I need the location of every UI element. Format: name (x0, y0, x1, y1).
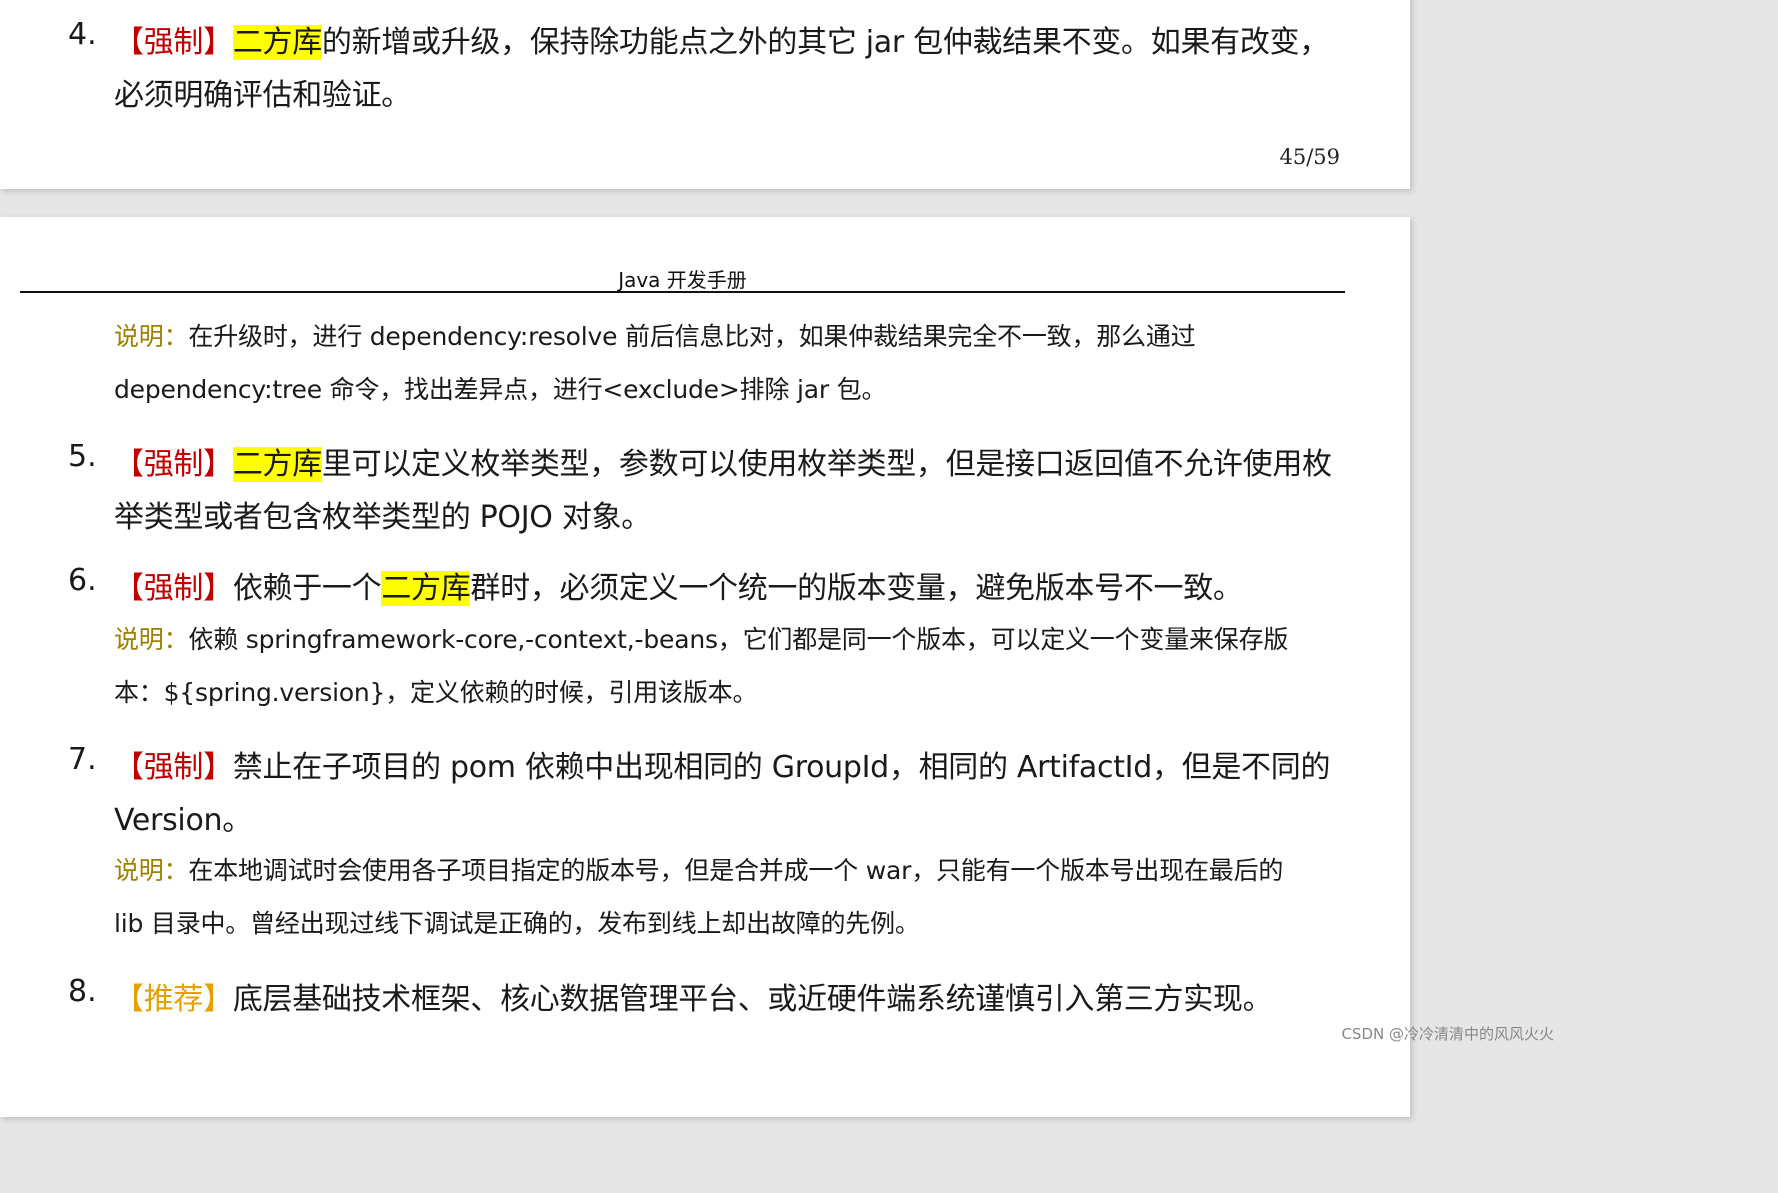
note-label: 说明： (114, 625, 189, 654)
item-4-line-2: 必须明确评估和验证。 (114, 78, 411, 113)
note-text: 在升级时，进行 dependency:resolve 前后信息比对，如果仲裁结果… (188, 322, 1196, 351)
item-8-line-1: 【推荐】底层基础技术框架、核心数据管理平台、或近硬件端系统谨慎引入第三方实现。 (114, 974, 1273, 1018)
item-text: 依赖于一个 (232, 571, 382, 606)
document-page-46: Java 开发手册 说明：在升级时，进行 dependency:resolve … (0, 217, 1410, 1117)
item-7-line-1: 【强制】禁止在子项目的 pom 依赖中出现相同的 GroupId，相同的 Art… (114, 742, 1330, 786)
note-line-2: dependency:tree 命令，找出差异点，进行<exclude>排除 j… (114, 375, 887, 404)
note-label: 说明： (114, 322, 189, 351)
item-5-line-2: 举类型或者包含枚举类型的 POJO 对象。 (114, 500, 651, 535)
note-line-1: 说明：在本地调试时会使用各子项目指定的版本号，但是合并成一个 war，只能有一个… (114, 851, 1283, 887)
item-number: 4. (68, 17, 97, 52)
highlighted-term: 二方库 (232, 25, 322, 60)
item-number: 7. (68, 742, 97, 777)
page-header-title: Java 开发手册 (618, 268, 747, 292)
item-text: 里可以定义枚举类型，参数可以使用枚举类型，但是接口返回值不允许使用枚 (321, 447, 1332, 482)
item-number: 5. (68, 439, 97, 474)
item-4-line-1: 【强制】二方库的新增或升级，保持除功能点之外的其它 jar 包仲裁结果不变。如果… (114, 17, 1329, 61)
note-label: 说明： (114, 856, 189, 885)
item-text: 的新增或升级，保持除功能点之外的其它 jar 包仲裁结果不变。如果有改变， (321, 25, 1329, 60)
page-number: 45/59 (1279, 145, 1340, 169)
item-number: 8. (68, 974, 97, 1009)
document-page-45: 4. 【强制】二方库的新增或升级，保持除功能点之外的其它 jar 包仲裁结果不变… (0, 0, 1410, 189)
note-line-2: lib 目录中。曾经出现过线下调试是正确的，发布到线上却出故障的先例。 (114, 909, 920, 938)
tag-recommended: 【推荐】 (114, 982, 233, 1017)
item-text: 群时，必须定义一个统一的版本变量，避免版本号不一致。 (470, 571, 1243, 606)
note-line-1: 说明：依赖 springframework-core,-context,-bea… (114, 620, 1288, 656)
source-watermark: CSDN @冷冷清清中的风风火火 (1341, 1025, 1554, 1043)
tag-mandatory: 【强制】 (114, 750, 233, 785)
note-text: 依赖 springframework-core,-context,-beans，… (188, 625, 1289, 654)
note-line-2: 本：${spring.version}，定义依赖的时候，引用该版本。 (114, 678, 758, 707)
item-text: 底层基础技术框架、核心数据管理平台、或近硬件端系统谨慎引入第三方实现。 (232, 982, 1273, 1017)
note-line-1: 说明：在升级时，进行 dependency:resolve 前后信息比对，如果仲… (114, 317, 1196, 353)
item-number: 6. (68, 563, 97, 598)
highlighted-term: 二方库 (381, 571, 471, 606)
item-text: 禁止在子项目的 pom 依赖中出现相同的 GroupId，相同的 Artifac… (232, 750, 1331, 785)
tag-mandatory: 【强制】 (114, 571, 233, 606)
highlighted-term: 二方库 (232, 447, 322, 482)
tag-mandatory: 【强制】 (114, 25, 233, 60)
tag-mandatory: 【强制】 (114, 447, 233, 482)
header-divider (20, 291, 1345, 293)
item-7-line-2: Version。 (114, 803, 252, 838)
item-5-line-1: 【强制】二方库里可以定义枚举类型，参数可以使用枚举类型，但是接口返回值不允许使用… (114, 439, 1332, 483)
item-6-line-1: 【强制】依赖于一个二方库群时，必须定义一个统一的版本变量，避免版本号不一致。 (114, 563, 1243, 607)
note-text: 在本地调试时会使用各子项目指定的版本号，但是合并成一个 war，只能有一个版本号… (188, 856, 1284, 885)
